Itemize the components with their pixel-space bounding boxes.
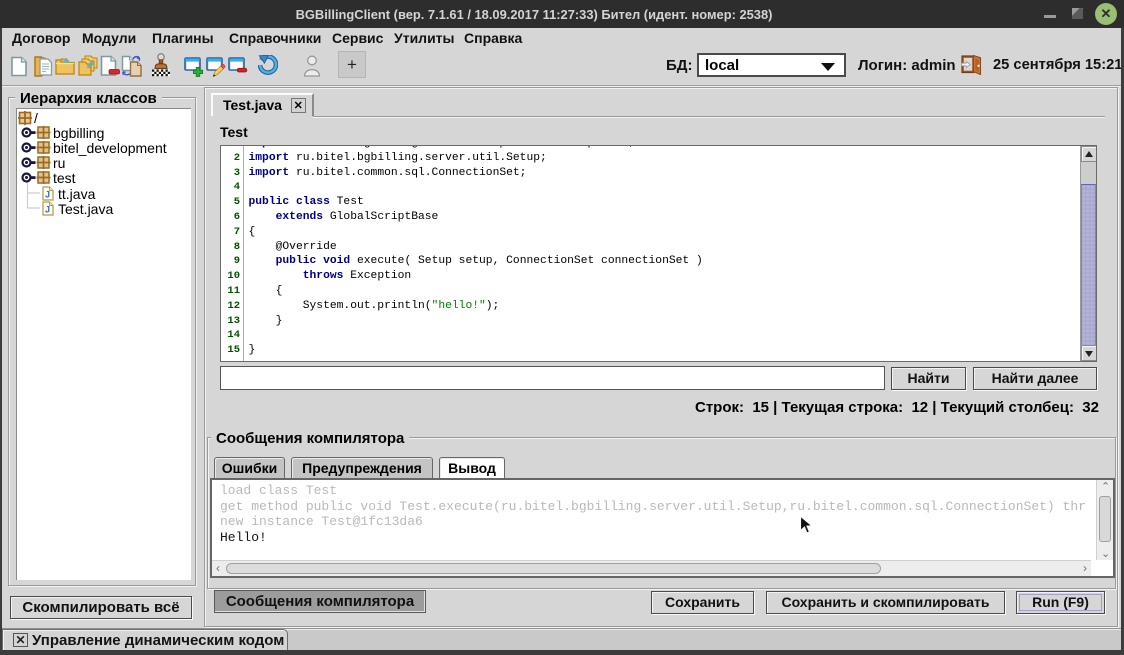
svg-text:J: J (45, 205, 50, 215)
svg-text:J: J (45, 190, 50, 200)
